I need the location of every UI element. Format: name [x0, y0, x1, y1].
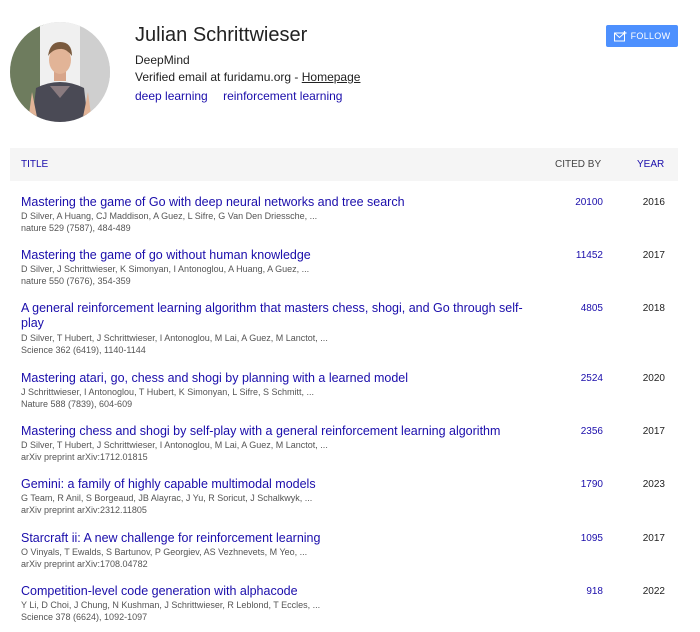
paper-title[interactable]: Starcraft ii: A new challenge for reinfo…	[21, 531, 541, 546]
follow-button[interactable]: FOLLOW	[606, 25, 678, 47]
paper-venue: Nature 588 (7839), 604-609	[21, 399, 133, 409]
paper-year: 2020	[642, 373, 665, 384]
paper-year: 2018	[642, 303, 665, 314]
paper-year: 2022	[642, 586, 665, 597]
profile-affiliation: DeepMind	[135, 53, 190, 67]
paper-authors: G Team, R Anil, S Borgeaud, JB Alayrac, …	[21, 493, 313, 503]
paper-venue: arXiv preprint arXiv:1712.01815	[21, 452, 148, 462]
paper-title[interactable]: Gemini: a family of highly capable multi…	[21, 477, 541, 492]
email-text: Verified email at furidamu.org -	[135, 70, 302, 84]
cited-by-count[interactable]: 20100	[540, 197, 603, 208]
paper-title[interactable]: Mastering the game of go without human k…	[21, 248, 541, 263]
paper-authors: J Schrittwieser, I Antonoglou, T Hubert,…	[21, 387, 314, 397]
profile-header: Julian Schrittwieser DeepMind Verified e…	[0, 0, 700, 140]
paper-authors: D Silver, T Hubert, J Schrittwieser, I A…	[21, 440, 328, 450]
cited-by-count[interactable]: 2524	[540, 373, 603, 384]
paper-title[interactable]: Competition-level code generation with a…	[21, 584, 541, 599]
paper-authors: O Vinyals, T Ewalds, S Bartunov, P Georg…	[21, 547, 308, 557]
profile-email: Verified email at furidamu.org - Homepag…	[135, 70, 360, 85]
paper-authors: Y Li, D Choi, J Chung, N Kushman, J Schr…	[21, 600, 321, 610]
paper-year: 2023	[642, 479, 665, 490]
paper-venue: arXiv preprint arXiv:1708.04782	[21, 559, 148, 569]
paper-authors: D Silver, A Huang, CJ Maddison, A Guez, …	[21, 211, 318, 221]
paper-authors: D Silver, J Schrittwieser, K Simonyan, I…	[21, 264, 310, 274]
paper-title[interactable]: A general reinforcement learning algorit…	[21, 301, 541, 331]
cited-by-count[interactable]: 2356	[540, 426, 603, 437]
sort-by-year[interactable]: YEAR	[637, 159, 664, 170]
paper-venue: Science 378 (6624), 1092-1097	[21, 612, 148, 622]
paper-year: 2016	[642, 197, 665, 208]
paper-authors: D Silver, T Hubert, J Schrittwieser, I A…	[21, 333, 328, 343]
cited-by-count[interactable]: 1095	[540, 533, 603, 544]
follow-label: FOLLOW	[630, 31, 671, 41]
cited-by-header: CITED BY	[555, 159, 602, 170]
publications-header: TITLE CITED BY YEAR	[10, 148, 678, 181]
paper-venue: nature 550 (7676), 354-359	[21, 276, 131, 286]
paper-year: 2017	[642, 426, 665, 437]
paper-venue: arXiv preprint arXiv:2312.11805	[21, 505, 147, 515]
cited-by-count[interactable]: 4805	[540, 303, 603, 314]
cited-by-count[interactable]: 11452	[540, 250, 603, 261]
interest-reinforcement-learning[interactable]: reinforcement learning	[223, 89, 342, 103]
sort-by-title[interactable]: TITLE	[21, 159, 48, 170]
cited-by-count[interactable]: 1790	[540, 479, 603, 490]
homepage-link[interactable]: Homepage	[302, 70, 361, 84]
paper-title[interactable]: Mastering atari, go, chess and shogi by …	[21, 371, 541, 386]
envelope-plus-icon	[613, 30, 627, 41]
interest-deep-learning[interactable]: deep learning	[135, 89, 208, 103]
paper-year: 2017	[642, 533, 665, 544]
cited-by-count[interactable]: 918	[540, 586, 603, 597]
paper-title[interactable]: Mastering chess and shogi by self-play w…	[21, 424, 541, 439]
profile-photo-icon	[10, 22, 110, 122]
profile-name: Julian Schrittwieser	[135, 24, 308, 46]
research-interests: deep learning reinforcement learning	[135, 89, 354, 104]
avatar	[10, 22, 110, 122]
paper-venue: nature 529 (7587), 484-489	[21, 223, 131, 233]
paper-venue: Science 362 (6419), 1140-1144	[21, 345, 146, 355]
paper-title[interactable]: Mastering the game of Go with deep neura…	[21, 195, 541, 210]
paper-year: 2017	[642, 250, 665, 261]
